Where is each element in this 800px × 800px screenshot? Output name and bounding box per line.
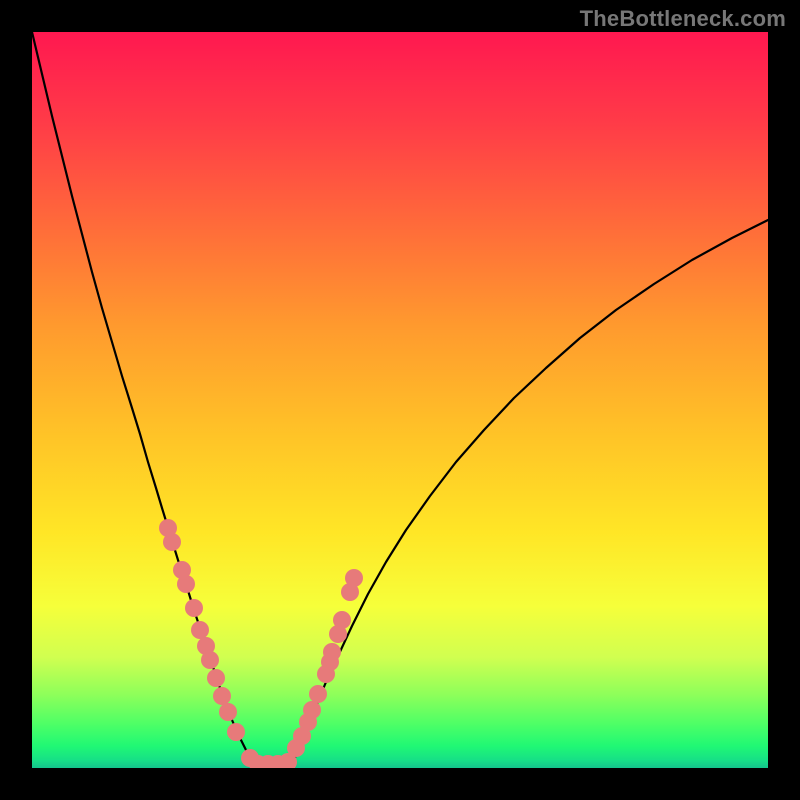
- marker-left-cluster: [219, 703, 237, 721]
- curve-left-curve: [32, 32, 260, 768]
- chart-frame: TheBottleneck.com: [0, 0, 800, 800]
- marker-right-cluster: [323, 643, 341, 661]
- marker-left-cluster: [227, 723, 245, 741]
- curve-right-curve: [290, 220, 768, 768]
- marker-left-cluster: [163, 533, 181, 551]
- marker-right-cluster: [345, 569, 363, 587]
- chart-svg: [32, 32, 768, 768]
- marker-left-cluster: [207, 669, 225, 687]
- marker-left-cluster: [191, 621, 209, 639]
- marker-left-cluster: [177, 575, 195, 593]
- marker-right-cluster: [333, 611, 351, 629]
- marker-right-cluster: [309, 685, 327, 703]
- marker-left-cluster: [201, 651, 219, 669]
- marker-right-cluster: [303, 701, 321, 719]
- watermark-text: TheBottleneck.com: [580, 6, 786, 32]
- plot-area: [32, 32, 768, 768]
- marker-left-cluster: [213, 687, 231, 705]
- marker-left-cluster: [185, 599, 203, 617]
